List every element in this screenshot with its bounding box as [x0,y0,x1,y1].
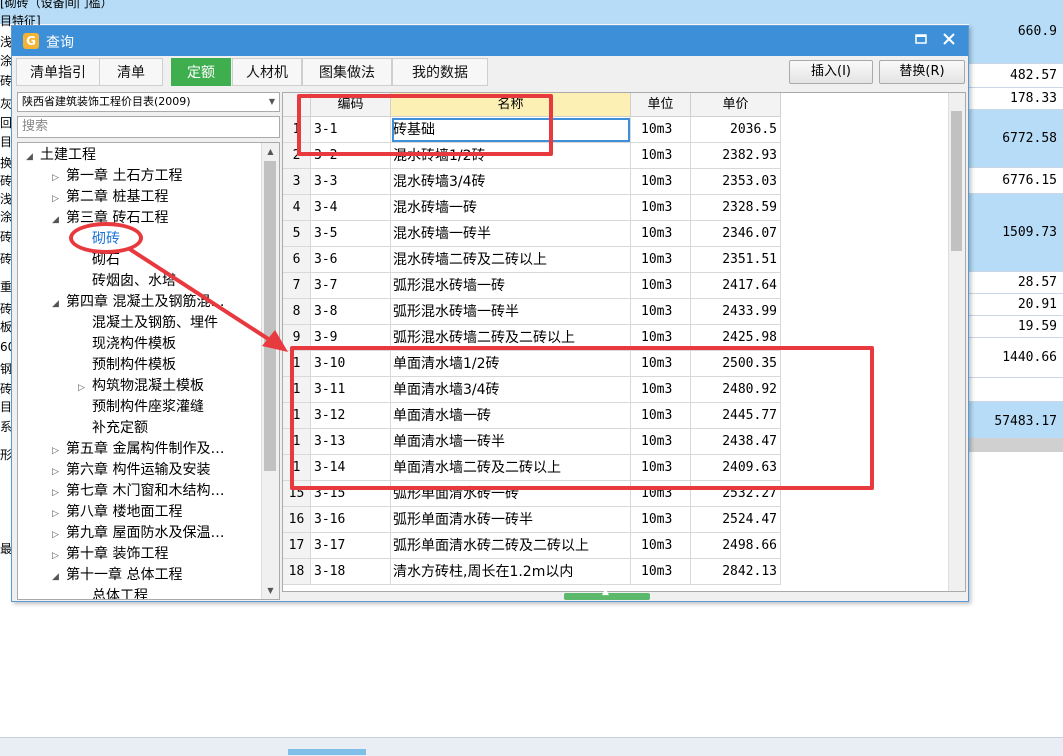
annotation-arrow [126,246,288,352]
